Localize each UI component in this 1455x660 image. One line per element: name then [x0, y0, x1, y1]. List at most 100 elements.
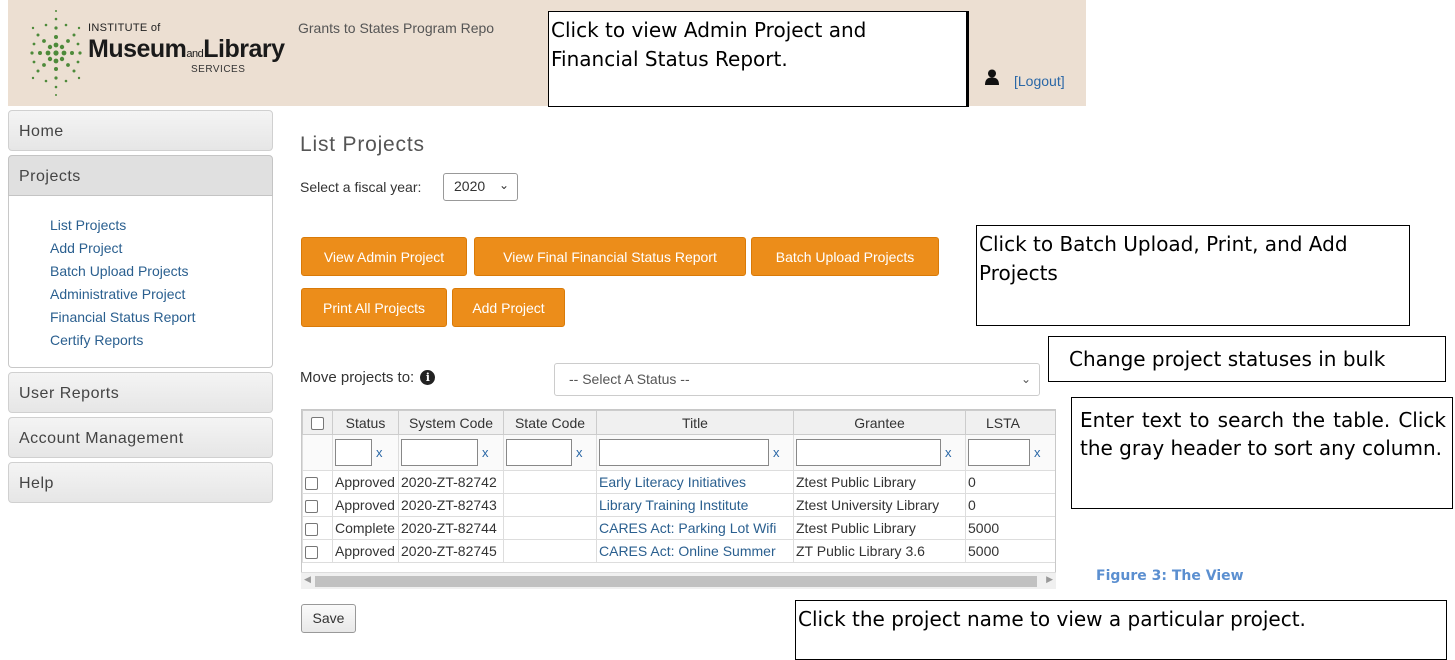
- logout-link[interactable]: [Logout]: [1014, 73, 1065, 89]
- status-select[interactable]: -- Select A Status -- ⌄: [554, 363, 1040, 396]
- column-header-title[interactable]: Title: [596, 410, 794, 435]
- clear-filter-icon[interactable]: x: [1034, 445, 1041, 460]
- filter-input-title[interactable]: [599, 439, 769, 466]
- callout-project-name: Click the project name to view a particu…: [795, 600, 1447, 660]
- grantee-cell: Ztest University Library: [793, 493, 966, 517]
- move-projects-label: Move projects to: i: [300, 369, 436, 386]
- sidebar-item-user-reports[interactable]: User Reports: [8, 372, 273, 413]
- row-checkbox[interactable]: [305, 499, 318, 513]
- table-header-row: Status System Code State Code Title Gran…: [302, 410, 1055, 435]
- submenu-list-projects[interactable]: List Projects: [50, 214, 272, 237]
- horizontal-scrollbar[interactable]: ◀ ▶: [301, 572, 1056, 589]
- projects-table: Status System Code State Code Title Gran…: [302, 410, 1055, 563]
- submenu-certify-reports[interactable]: Certify Reports: [50, 329, 272, 352]
- project-title-link[interactable]: CARES Act: Parking Lot Wifi: [599, 520, 776, 536]
- filter-input-system-code[interactable]: [401, 439, 478, 466]
- app-title: Grants to States Program Repo: [298, 20, 495, 36]
- table-row: Approved 2020-ZT-82742 Early Literacy In…: [302, 470, 1055, 494]
- callout-search-table: Enter text to search the table. Click th…: [1071, 397, 1453, 509]
- clear-filter-icon[interactable]: x: [576, 445, 583, 460]
- select-all-cell: [302, 410, 333, 435]
- fiscal-year-select[interactable]: 2020 ⌄: [443, 173, 518, 201]
- user-icon: [985, 69, 999, 85]
- callout-batch-upload: Click to Batch Upload, Print, and Add Pr…: [976, 225, 1410, 326]
- logo-burst-icon: [30, 10, 82, 96]
- state-code-cell: [503, 470, 597, 494]
- submenu-batch-upload[interactable]: Batch Upload Projects: [50, 260, 272, 283]
- submenu-add-project[interactable]: Add Project: [50, 237, 272, 260]
- column-header-lsta[interactable]: LSTA: [965, 410, 1055, 435]
- view-admin-project-button[interactable]: View Admin Project: [301, 237, 467, 276]
- figure-caption: Figure 3: The View: [1096, 568, 1244, 584]
- column-header-status[interactable]: Status: [332, 410, 399, 435]
- logo-main-text: MuseumandLibrary: [88, 35, 285, 63]
- sidebar-item-projects[interactable]: Projects: [8, 155, 273, 196]
- filter-input-grantee[interactable]: [796, 439, 941, 466]
- clear-filter-icon[interactable]: x: [945, 445, 952, 460]
- view-final-fsr-button[interactable]: View Final Financial Status Report: [474, 237, 746, 276]
- project-title-link[interactable]: CARES Act: Online Summer: [599, 543, 776, 559]
- clear-filter-icon[interactable]: x: [376, 445, 383, 460]
- add-project-button[interactable]: Add Project: [452, 288, 565, 327]
- fiscal-year-label: Select a fiscal year:: [300, 179, 422, 195]
- state-code-cell: [503, 539, 597, 563]
- column-header-state-code[interactable]: State Code: [503, 410, 597, 435]
- sidebar-nav: Home Projects List Projects Add Project …: [8, 110, 273, 507]
- state-code-cell: [503, 493, 597, 517]
- system-code-cell: 2020-ZT-82743: [398, 493, 504, 517]
- status-cell: Complete: [332, 516, 399, 540]
- row-checkbox[interactable]: [305, 545, 318, 559]
- lsta-cell: 0: [965, 493, 1055, 517]
- filter-row: x x x x x x: [302, 434, 1055, 471]
- sidebar-item-home[interactable]: Home: [8, 110, 273, 151]
- lsta-cell: 0: [965, 470, 1055, 494]
- batch-upload-button[interactable]: Batch Upload Projects: [751, 237, 939, 276]
- project-title-link[interactable]: Early Literacy Initiatives: [599, 474, 746, 490]
- table-row: Approved 2020-ZT-82743 Library Training …: [302, 493, 1055, 517]
- state-code-cell: [503, 516, 597, 540]
- grantee-cell: Ztest Public Library: [793, 516, 966, 540]
- system-code-cell: 2020-ZT-82742: [398, 470, 504, 494]
- clear-filter-icon[interactable]: x: [773, 445, 780, 460]
- info-icon[interactable]: i: [420, 370, 436, 385]
- clear-filter-icon[interactable]: x: [482, 445, 489, 460]
- logo-institute-text: INSTITUTE of: [88, 22, 161, 34]
- page-title: List Projects: [300, 133, 425, 156]
- column-header-grantee[interactable]: Grantee: [793, 410, 966, 435]
- system-code-cell: 2020-ZT-82745: [398, 539, 504, 563]
- sidebar-item-account-management[interactable]: Account Management: [8, 417, 273, 458]
- callout-admin-project: Click to view Admin Project and Financia…: [548, 11, 969, 107]
- chevron-down-icon: ⌄: [498, 178, 509, 192]
- sidebar-item-help[interactable]: Help: [8, 462, 273, 503]
- lsta-cell: 5000: [965, 539, 1055, 563]
- logo-services-text: SERVICES: [191, 64, 246, 75]
- imls-logo[interactable]: INSTITUTE of MuseumandLibrary SERVICES: [26, 8, 285, 98]
- grantee-cell: Ztest Public Library: [793, 470, 966, 494]
- row-checkbox[interactable]: [305, 522, 318, 536]
- project-title-link[interactable]: Library Training Institute: [599, 497, 748, 513]
- projects-submenu: List Projects Add Project Batch Upload P…: [8, 196, 273, 368]
- status-cell: Approved: [332, 493, 399, 517]
- grantee-cell: ZT Public Library 3.6: [793, 539, 966, 563]
- print-all-projects-button[interactable]: Print All Projects: [301, 288, 447, 327]
- system-code-cell: 2020-ZT-82744: [398, 516, 504, 540]
- scroll-right-icon[interactable]: ▶: [1046, 574, 1053, 585]
- filter-input-status[interactable]: [335, 439, 372, 466]
- lsta-cell: 5000: [965, 516, 1055, 540]
- row-checkbox[interactable]: [305, 476, 318, 490]
- callout-change-status: Change project statuses in bulk: [1048, 336, 1446, 382]
- chevron-down-icon: ⌄: [1020, 372, 1031, 386]
- filter-input-lsta[interactable]: [968, 439, 1030, 466]
- filter-input-state-code[interactable]: [506, 439, 572, 466]
- table-row: Complete 2020-ZT-82744 CARES Act: Parkin…: [302, 516, 1055, 540]
- save-button[interactable]: Save: [301, 604, 356, 633]
- select-all-checkbox[interactable]: [311, 417, 324, 431]
- submenu-financial-status-report[interactable]: Financial Status Report: [50, 306, 272, 329]
- scroll-left-icon[interactable]: ◀: [304, 574, 311, 585]
- submenu-administrative-project[interactable]: Administrative Project: [50, 283, 272, 306]
- status-cell: Approved: [332, 470, 399, 494]
- scrollbar-thumb[interactable]: [315, 576, 1037, 587]
- column-header-system-code[interactable]: System Code: [398, 410, 504, 435]
- status-cell: Approved: [332, 539, 399, 563]
- table-row: Approved 2020-ZT-82745 CARES Act: Online…: [302, 539, 1055, 563]
